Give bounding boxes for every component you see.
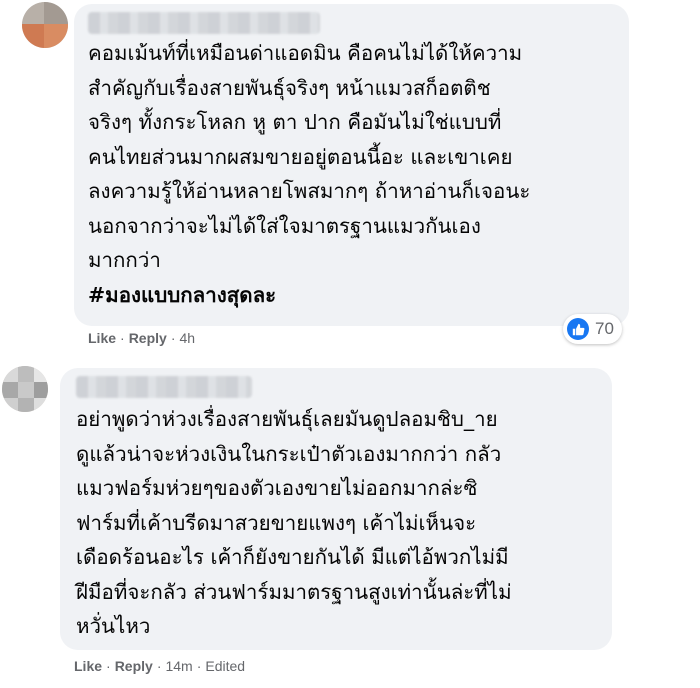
reply-link[interactable]: Reply [115, 658, 153, 674]
reactions-summary[interactable]: 70 [563, 314, 622, 344]
comment-text: คอมเม้นท์ที่เหมือนด่าแอดมิน คือคนไม่ได้ใ… [88, 36, 530, 312]
comment-bubble: คอมเม้นท์ที่เหมือนด่าแอดมิน คือคนไม่ได้ใ… [74, 4, 629, 326]
avatar[interactable] [2, 366, 48, 412]
author-name-blurred[interactable] [76, 376, 252, 398]
edited-label[interactable]: Edited [205, 658, 245, 674]
comment-2: อย่าพูดว่าห่วงเรื่องสายพันธุ์เลยมันดูปลอ… [0, 360, 700, 688]
author-name-blurred[interactable] [88, 12, 320, 34]
comment-actions: Like · Reply · 14m · Edited [74, 658, 246, 674]
comment-actions: Like · Reply · 4h [88, 330, 196, 346]
like-link[interactable]: Like [88, 330, 116, 346]
reply-link[interactable]: Reply [129, 330, 167, 346]
reaction-count: 70 [595, 319, 614, 338]
like-link[interactable]: Like [74, 658, 102, 674]
comment-text: อย่าพูดว่าห่วงเรื่องสายพันธุ์เลยมันดูปลอ… [76, 407, 512, 638]
timestamp-link[interactable]: 4h [179, 330, 195, 346]
avatar[interactable] [22, 2, 68, 48]
like-icon [567, 318, 589, 340]
comment-bubble: อย่าพูดว่าห่วงเรื่องสายพันธุ์เลยมันดูปลอ… [60, 368, 612, 650]
timestamp-link[interactable]: 14m [165, 658, 192, 674]
comment-1: คอมเม้นท์ที่เหมือนด่าแอดมิน คือคนไม่ได้ใ… [0, 0, 700, 360]
hashtag-link[interactable]: #มองแบบกลางสุดละ [88, 278, 530, 313]
